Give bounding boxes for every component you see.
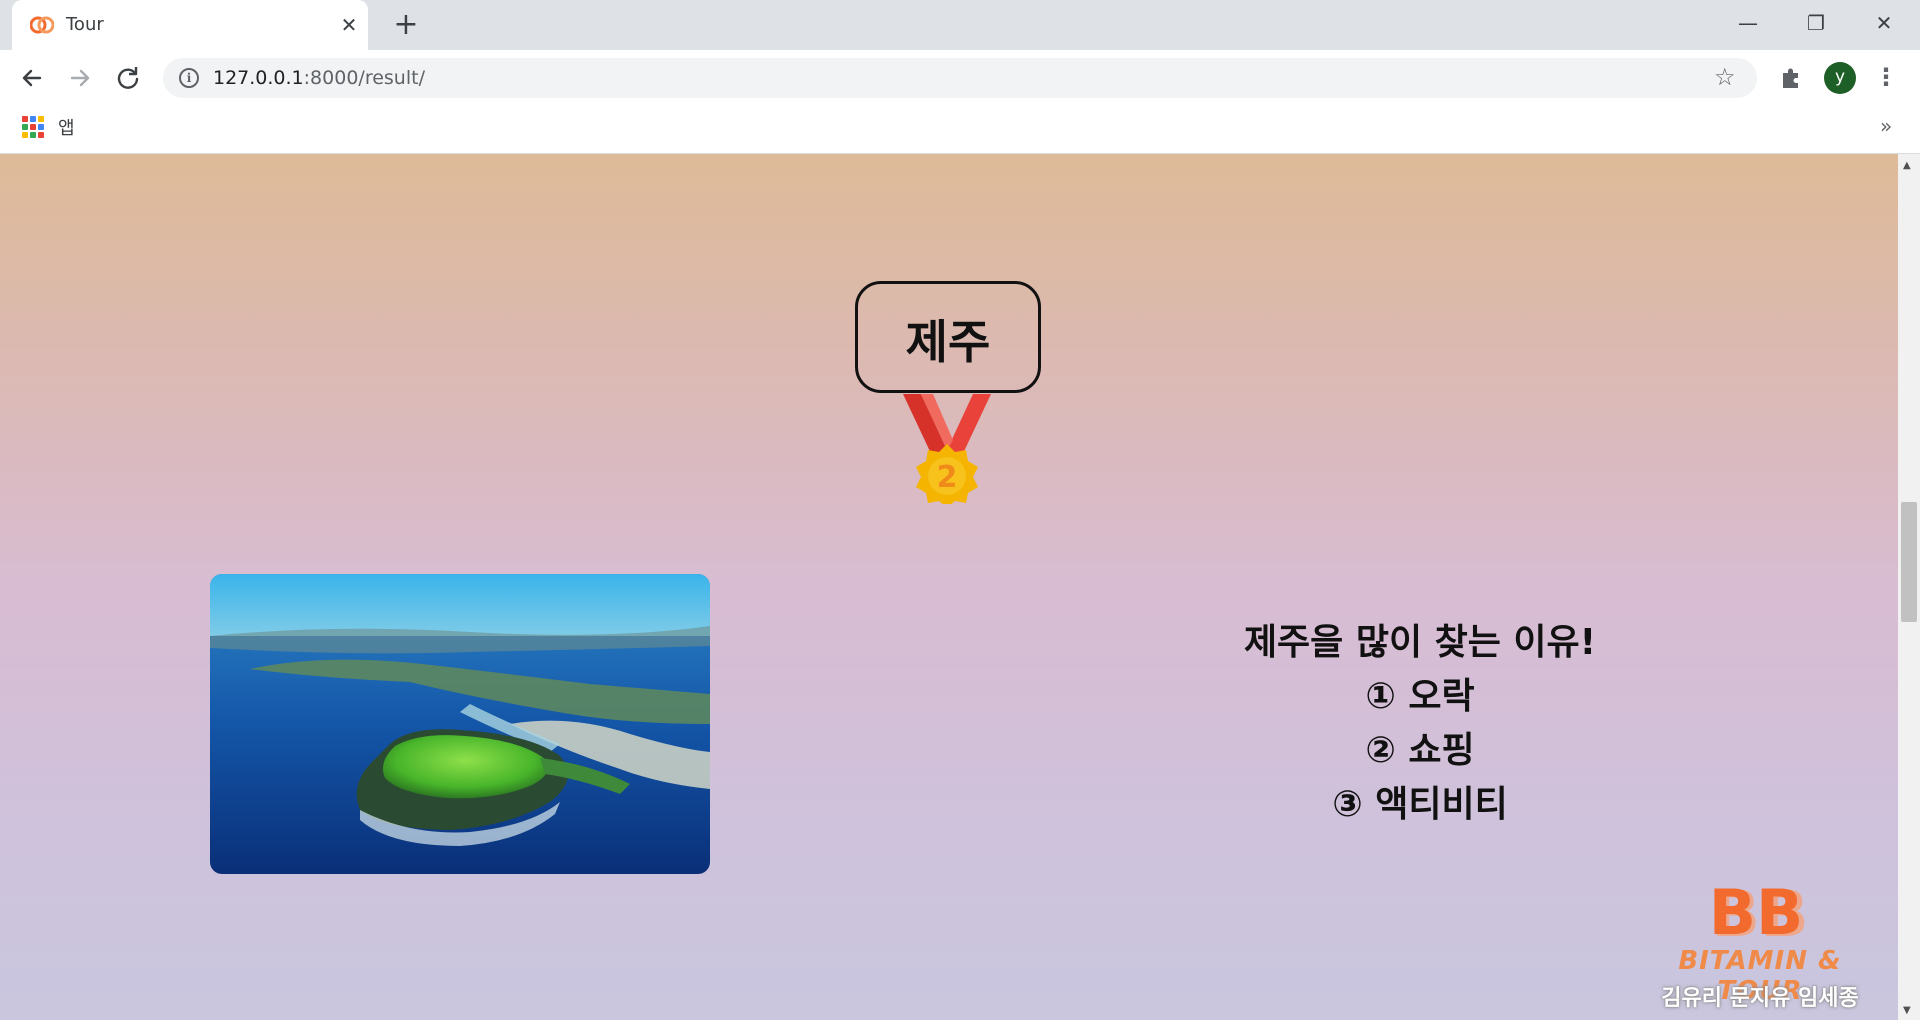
browser-tab[interactable]: Tour ✕: [12, 0, 368, 50]
info-icon[interactable]: i: [179, 68, 199, 88]
close-window-icon[interactable]: ✕: [1866, 8, 1902, 38]
url-host: 127.0.0.1: [213, 67, 304, 89]
minimize-icon[interactable]: —: [1730, 8, 1766, 38]
apps-grid-icon[interactable]: [22, 116, 44, 138]
second-place-medal-icon: 2: [903, 394, 991, 504]
profile-avatar[interactable]: y: [1824, 62, 1856, 94]
scroll-up-icon[interactable]: ▲: [1903, 160, 1911, 171]
scroll-down-icon[interactable]: ▼: [1903, 1005, 1911, 1016]
kebab-menu-icon[interactable]: ⋮: [1872, 62, 1900, 94]
reason-item-2: ② 쇼핑: [1365, 730, 1475, 771]
puzzle-icon[interactable]: [1777, 64, 1805, 92]
new-tab-button[interactable]: +: [390, 10, 422, 42]
tab-strip: Tour ✕ + — ❐ ✕: [0, 0, 1920, 50]
medal-rank: 2: [937, 460, 958, 495]
destination-name: 제주: [905, 315, 991, 369]
reason-item-1: ① 오락: [1365, 676, 1475, 717]
logo-credits: 김유리 문지유 임세종: [1661, 986, 1859, 1011]
apps-shortcut[interactable]: 앱: [58, 114, 75, 140]
bookmarks-bar: 앱 »: [0, 106, 1920, 154]
reload-icon[interactable]: [112, 62, 144, 94]
page-viewport: 제주 2 제주을 많이 찾는 이유! ① 오락 ② 쇼핑 ③ 액티비티 BB B…: [0, 154, 1898, 1020]
forward-arrow-icon[interactable]: [64, 62, 96, 94]
tour-favicon-icon: [30, 16, 54, 34]
reason-item-3: ③ 액티비티: [1332, 784, 1508, 825]
reasons-block: 제주을 많이 찾는 이유! ① 오락 ② 쇼핑 ③ 액티비티: [1140, 616, 1700, 832]
address-bar[interactable]: i 127.0.0.1:8000/result/ ☆: [163, 58, 1757, 98]
vertical-scrollbar[interactable]: ▲ ▼: [1898, 154, 1920, 1020]
reasons-title: 제주을 많이 찾는 이유!: [1243, 622, 1597, 663]
more-bookmarks-icon[interactable]: »: [1880, 114, 1892, 138]
restore-icon[interactable]: ❐: [1798, 8, 1834, 38]
url-path: :8000/result/: [303, 67, 425, 89]
destination-box: 제주: [855, 281, 1041, 393]
back-arrow-icon[interactable]: [16, 62, 48, 94]
tab-title: Tour: [66, 14, 104, 35]
star-icon[interactable]: ☆: [1714, 63, 1736, 91]
bitamin-tour-logo: BB BB BITAMIN & TOUR 김유리 문지유 임세종: [1640, 880, 1880, 1011]
browser-toolbar: i 127.0.0.1:8000/result/ ☆ y ⋮: [0, 50, 1920, 106]
logo-mark-letters: BB: [1710, 880, 1803, 946]
close-tab-icon[interactable]: ✕: [336, 12, 362, 38]
scrollbar-thumb[interactable]: [1901, 502, 1917, 622]
bb-logo-mark-icon: BB BB: [1710, 880, 1809, 946]
url-text[interactable]: 127.0.0.1:8000/result/: [213, 67, 425, 89]
jeju-aerial-photo: [210, 574, 710, 874]
